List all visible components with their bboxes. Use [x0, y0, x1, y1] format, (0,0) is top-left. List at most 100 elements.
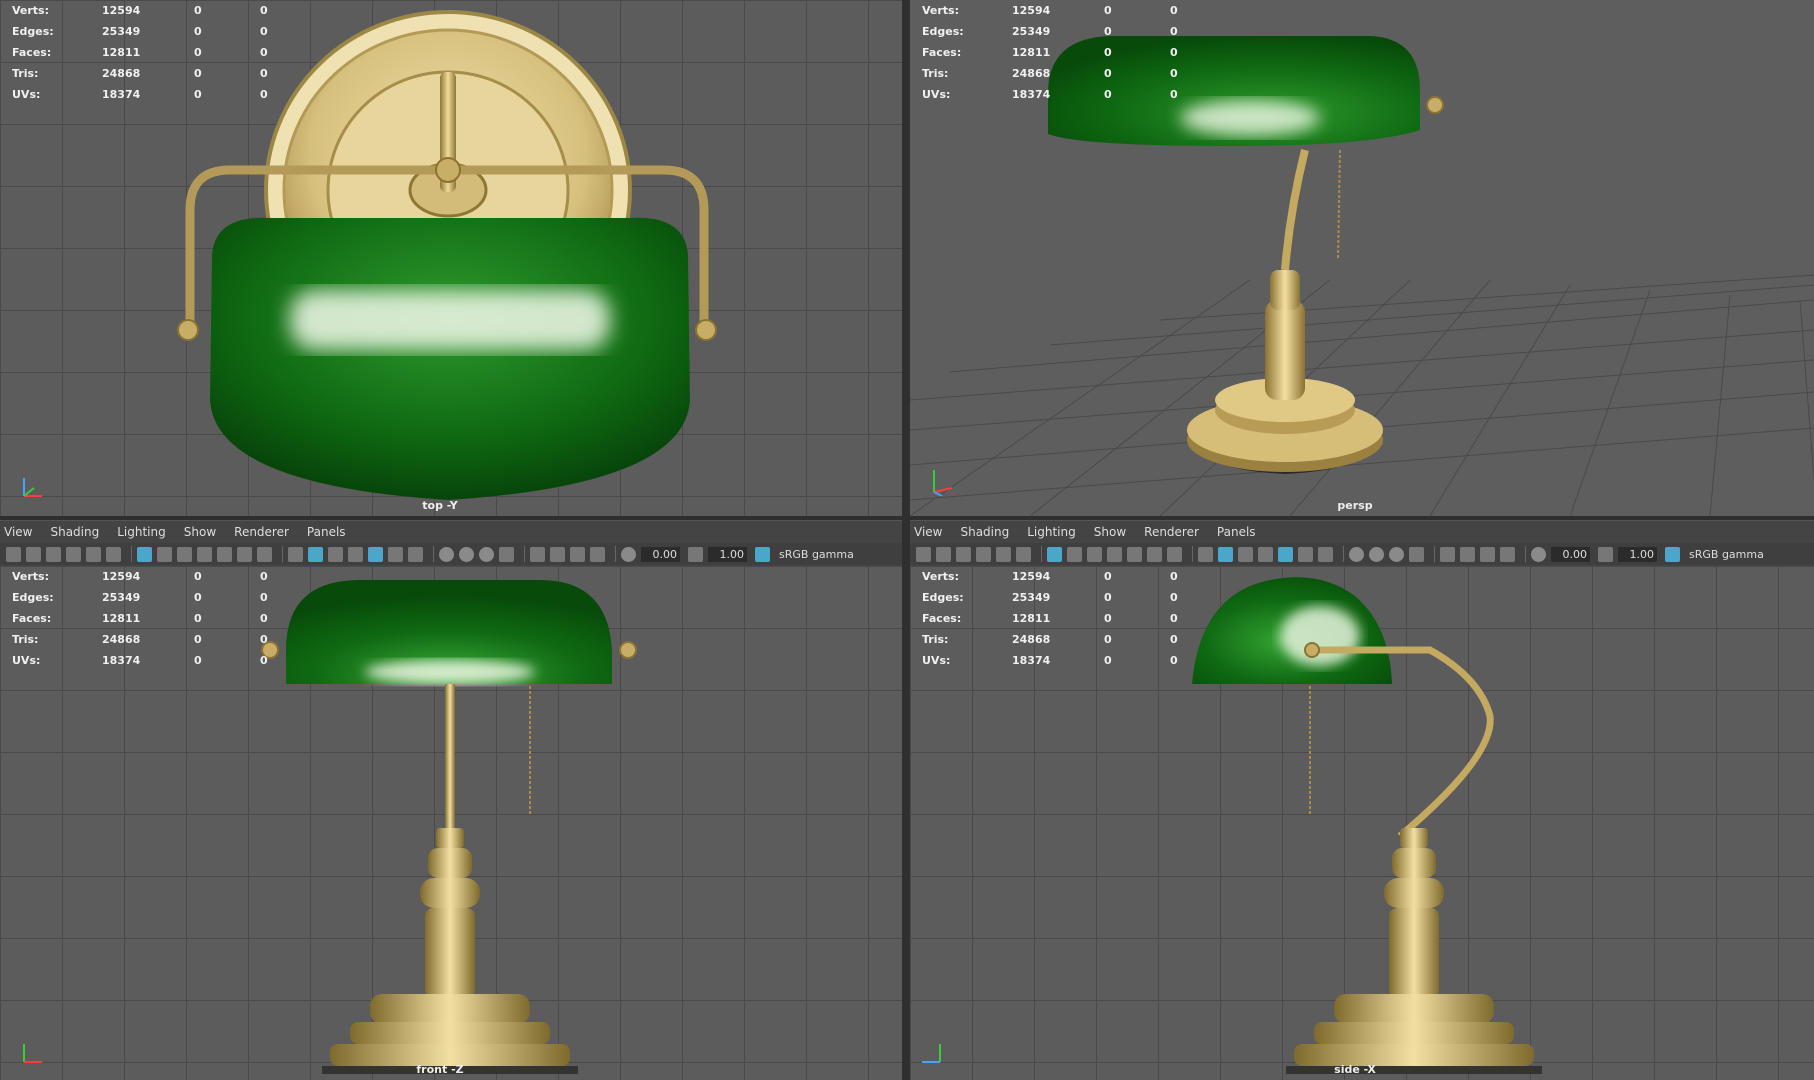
resolution-gate-icon[interactable]: [177, 546, 192, 562]
pan-zoom-icon[interactable]: [996, 546, 1011, 562]
wireframe-icon[interactable]: [1198, 546, 1213, 562]
menu-shading[interactable]: Shading: [960, 525, 1009, 539]
ambient-occlusion-icon[interactable]: [1318, 546, 1333, 562]
hud-row: Tris: 24868 0 0: [922, 633, 1178, 646]
hud-row: Edges: 25349 0 0: [12, 591, 268, 604]
hud-row: Faces: 12811 0 0: [12, 612, 268, 625]
gamma-field[interactable]: 1.00: [1618, 546, 1657, 562]
exposure-icon[interactable]: [621, 546, 636, 562]
hud-row: Verts: 12594 0 0: [922, 4, 1178, 17]
xray-components-icon[interactable]: [1480, 546, 1495, 562]
backface-culling-icon[interactable]: [590, 546, 605, 562]
shadows-icon[interactable]: [1298, 546, 1313, 562]
xray-icon[interactable]: [530, 546, 545, 562]
menu-shading[interactable]: Shading: [50, 525, 99, 539]
safe-action-icon[interactable]: [237, 546, 252, 562]
hud-row: Edges: 25349 0 0: [922, 25, 1178, 38]
image-plane-icon[interactable]: [976, 546, 991, 562]
safe-title-icon[interactable]: [1167, 546, 1182, 562]
film-gate-icon[interactable]: [1067, 546, 1082, 562]
multisample-icon[interactable]: [459, 546, 474, 562]
menu-show[interactable]: Show: [184, 525, 216, 539]
backface-culling-icon[interactable]: [1500, 546, 1515, 562]
use-all-lights-icon[interactable]: [1278, 546, 1293, 562]
exposure-icon[interactable]: [1531, 546, 1546, 562]
xray-icon[interactable]: [1440, 546, 1455, 562]
field-chart-icon[interactable]: [1127, 546, 1142, 562]
hud-row: Verts: 12594 0 0: [922, 570, 1178, 583]
exposure-field[interactable]: 0.00: [641, 546, 680, 562]
hud-row: UVs: 18374 0 0: [12, 654, 268, 667]
gamma-field[interactable]: 1.00: [708, 546, 747, 562]
wireframe-on-shaded-icon[interactable]: [328, 546, 343, 562]
viewport-front[interactable]: Verts: 12594 0 0 Edges: 25349 0 0 Faces: 12811 0…: [0, 566, 902, 1080]
menu-lighting[interactable]: Lighting: [117, 525, 166, 539]
motion-blur-icon[interactable]: [1349, 546, 1364, 562]
gamma-icon[interactable]: [688, 546, 703, 562]
camera-label: side -X: [1334, 1063, 1376, 1076]
resolution-gate-icon[interactable]: [1087, 546, 1102, 562]
view-transform-label[interactable]: sRGB gamma: [779, 548, 854, 561]
depth-of-field-icon[interactable]: [1389, 546, 1404, 562]
film-gate-icon[interactable]: [157, 546, 172, 562]
pan-zoom-icon[interactable]: [86, 546, 101, 562]
menu-view[interactable]: View: [4, 525, 32, 539]
textured-icon[interactable]: [348, 546, 363, 562]
poly-count-hud: Verts: 12594 0 0 Edges: 25349 0 0 Faces: 12811 0…: [922, 0, 1210, 105]
menu-panels[interactable]: Panels: [307, 525, 346, 539]
use-all-lights-icon[interactable]: [368, 546, 383, 562]
color-management-icon[interactable]: [755, 546, 770, 562]
menu-lighting[interactable]: Lighting: [1027, 525, 1076, 539]
viewport-divider-vertical[interactable]: [902, 0, 910, 1080]
textured-icon[interactable]: [1258, 546, 1273, 562]
grease-pencil-icon[interactable]: [1016, 546, 1031, 562]
bookmark-icon[interactable]: [46, 546, 61, 562]
exposure-field[interactable]: 0.00: [1551, 546, 1590, 562]
menu-renderer[interactable]: Renderer: [1144, 525, 1199, 539]
gamma-icon[interactable]: [1598, 546, 1613, 562]
xray-components-icon[interactable]: [570, 546, 585, 562]
toolbar-separator: [1192, 546, 1193, 562]
multisample-icon[interactable]: [1369, 546, 1384, 562]
viewport-persp[interactable]: Verts: 12594 0 0 Edges: 25349 0 0 Faces: 12811 0…: [910, 0, 1814, 516]
grease-pencil-icon[interactable]: [106, 546, 121, 562]
menu-panels[interactable]: Panels: [1217, 525, 1256, 539]
toolbar-separator: [131, 546, 132, 562]
color-management-icon[interactable]: [1665, 546, 1680, 562]
xray-joints-icon[interactable]: [550, 546, 565, 562]
viewport-top[interactable]: Verts: 12594 0 0 Edges: 25349 0 0 Faces: 12811 0…: [0, 0, 902, 516]
viewport-side[interactable]: Verts: 12594 0 0 Edges: 25349 0 0 Faces: 12811 0…: [910, 566, 1814, 1080]
wireframe-on-shaded-icon[interactable]: [1238, 546, 1253, 562]
smooth-shade-icon[interactable]: [308, 546, 323, 562]
camera-attributes-icon[interactable]: [26, 546, 41, 562]
camera-attributes-icon[interactable]: [936, 546, 951, 562]
grid-icon[interactable]: [1047, 546, 1062, 562]
hud-row: Tris: 24868 0 0: [12, 633, 268, 646]
image-plane-icon[interactable]: [66, 546, 81, 562]
menu-show[interactable]: Show: [1094, 525, 1126, 539]
gate-mask-icon[interactable]: [197, 546, 212, 562]
shadows-icon[interactable]: [388, 546, 403, 562]
smooth-shade-icon[interactable]: [1218, 546, 1233, 562]
grid-icon[interactable]: [137, 546, 152, 562]
toolbar-separator: [615, 546, 616, 562]
view-transform-label[interactable]: sRGB gamma: [1689, 548, 1764, 561]
camera-icon[interactable]: [916, 546, 931, 562]
isolate-select-icon[interactable]: [499, 546, 514, 562]
gate-mask-icon[interactable]: [1107, 546, 1122, 562]
bookmark-icon[interactable]: [956, 546, 971, 562]
panel-menu: View Shading Lighting Show Renderer Pane…: [910, 521, 1814, 543]
safe-title-icon[interactable]: [257, 546, 272, 562]
field-chart-icon[interactable]: [217, 546, 232, 562]
wireframe-icon[interactable]: [288, 546, 303, 562]
isolate-select-icon[interactable]: [1409, 546, 1424, 562]
depth-of-field-icon[interactable]: [479, 546, 494, 562]
ambient-occlusion-icon[interactable]: [408, 546, 423, 562]
safe-action-icon[interactable]: [1147, 546, 1162, 562]
camera-icon[interactable]: [6, 546, 21, 562]
xray-joints-icon[interactable]: [1460, 546, 1475, 562]
motion-blur-icon[interactable]: [439, 546, 454, 562]
menu-view[interactable]: View: [914, 525, 942, 539]
menu-renderer[interactable]: Renderer: [234, 525, 289, 539]
panel-menu: View Shading Lighting Show Renderer Pane…: [0, 521, 902, 543]
